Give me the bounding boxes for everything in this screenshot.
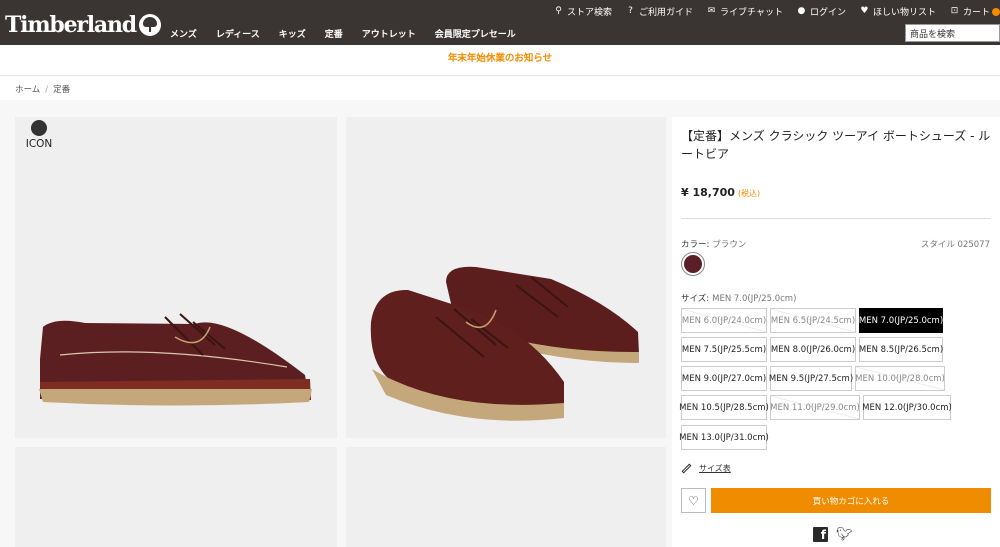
size-option[interactable]: MEN 8.0(JP/26.0cm) [770,337,856,362]
social-share: f 🐦︎ [813,527,853,542]
product-image-4[interactable] [346,447,666,547]
user-icon: ● [797,6,806,16]
login-link[interactable]: ● ログイン [797,5,846,19]
size-value: MEN 7.0(JP/25.0cm) [712,294,797,304]
boat-shoe-pair-image [370,266,639,421]
facebook-icon[interactable]: f [813,527,828,542]
style-number: スタイル 025077 [921,238,990,250]
size-option[interactable]: MEN 7.5(JP/25.5cm) [681,337,767,362]
heart-outline-icon: ♡ [688,493,699,508]
site-header: Timberland メンズ レディース キッズ 定番 アウトレット 会員限定プ… [0,0,1000,45]
boat-shoe-side-image [39,313,312,406]
size-option[interactable]: MEN 9.5(JP/27.5cm) [769,366,853,391]
nav-kids[interactable]: キッズ [279,27,306,40]
login-label: ログイン [809,8,846,18]
color-label: カラー: ブラウン [681,238,746,250]
size-label-text: サイズ: [681,294,710,304]
icon-badge-text: ICON [25,138,53,150]
notice-bar: 年末年始休業のお知らせ [0,45,1000,76]
size-option[interactable]: MEN 10.5(JP/28.5cm) [679,395,769,420]
product-image-pair[interactable] [346,117,666,438]
add-to-wishlist-button[interactable]: ♡ [681,488,706,513]
size-option[interactable]: MEN 10.0(JP/28.0cm) [855,366,945,391]
size-option[interactable]: MEN 13.0(JP/31.0cm) [679,425,769,450]
nav-ladies[interactable]: レディース [216,27,260,40]
wishlist-label: ほしい物リスト [872,8,936,18]
guide-label: ご利用ガイド [639,8,694,18]
breadcrumb-separator: / [45,85,49,95]
color-value: ブラウン [712,240,747,250]
add-to-cart-button[interactable]: 買い物カゴに入れる [711,488,991,513]
product-price: ¥ 18,700 (税込) [681,186,760,199]
logo-text: Timberland [5,12,137,38]
tax-note: (税込) [737,189,761,198]
size-guide-link[interactable]: サイズ表 [681,463,731,474]
nav-mens[interactable]: メンズ [170,27,197,40]
cart-link[interactable]: ⊡ カート [950,5,1000,18]
twitter-icon[interactable]: 🐦︎ [836,527,853,542]
live-chat-link[interactable]: ✉ ライブチャット [707,5,783,19]
size-option-selected[interactable]: MEN 7.0(JP/25.0cm) [859,308,943,333]
nav-outlet[interactable]: アウトレット [362,27,416,40]
color-swatch-brown[interactable] [681,252,705,276]
tree-logo-icon [31,120,47,136]
divider [681,218,991,219]
ruler-icon [681,463,692,474]
product-info-panel: 【定番】メンズ クラシック ツーアイ ボートシューズ - ルートビア ¥ 18,… [672,117,1000,547]
icon-badge: ICON [22,120,56,150]
guide-link[interactable]: ? ご利用ガイド [626,5,694,19]
size-guide-label: サイズ表 [699,464,731,473]
cart-icon: ⊡ [950,6,959,16]
product-title: 【定番】メンズ クラシック ツーアイ ボートシューズ - ルートビア [681,129,991,161]
size-option[interactable]: MEN 12.0(JP/30.0cm) [862,395,952,420]
location-pin-icon: ⚲ [555,6,562,16]
size-option[interactable]: MEN 6.0(JP/24.0cm) [681,308,767,333]
size-option[interactable]: MEN 9.0(JP/27.0cm) [681,366,767,391]
chat-icon: ✉ [707,6,716,16]
breadcrumb: ホーム / 定番 [0,76,1000,100]
tree-logo-icon [138,14,161,36]
cart-count-badge [992,7,1000,16]
breadcrumb-home[interactable]: ホーム [15,85,40,95]
price-value: ¥ 18,700 [681,186,735,199]
utility-nav: ⚲ ストア検索 ? ご利用ガイド ✉ ライブチャット ● ログイン ♥ ほしい物… [540,5,1000,18]
cart-label: カート [962,8,990,18]
size-option[interactable]: MEN 8.5(JP/26.5cm) [859,337,943,362]
size-option[interactable]: MEN 11.0(JP/29.0cm) [770,395,860,420]
store-search-label: ストア検索 [567,8,613,18]
product-image-side[interactable]: ICON [15,117,337,438]
main-nav: メンズ レディース キッズ 定番 アウトレット 会員限定プレセール [170,27,535,40]
store-search-link[interactable]: ⚲ ストア検索 [554,5,613,19]
color-label-text: カラー: [681,240,710,250]
timberland-logo[interactable]: Timberland [5,12,161,38]
size-label: サイズ: MEN 7.0(JP/25.0cm) [681,292,796,304]
holiday-notice-link[interactable]: 年末年始休業のお知らせ [448,50,552,64]
swatch-fill [684,255,702,273]
search-input[interactable] [905,24,1000,42]
live-chat-label: ライブチャット [720,8,783,18]
nav-member-presale[interactable]: 会員限定プレセール [435,27,516,40]
wishlist-link[interactable]: ♥ ほしい物リスト [860,5,936,19]
size-option[interactable]: MEN 6.5(JP/24.5cm) [770,308,856,333]
heart-icon: ♥ [860,6,869,16]
breadcrumb-current: 定番 [53,85,71,95]
nav-classics[interactable]: 定番 [325,27,343,40]
help-circle-icon: ? [628,6,633,16]
style-label: スタイル [920,240,955,250]
product-image-3[interactable] [15,447,337,547]
style-number-value: 025077 [957,240,990,250]
